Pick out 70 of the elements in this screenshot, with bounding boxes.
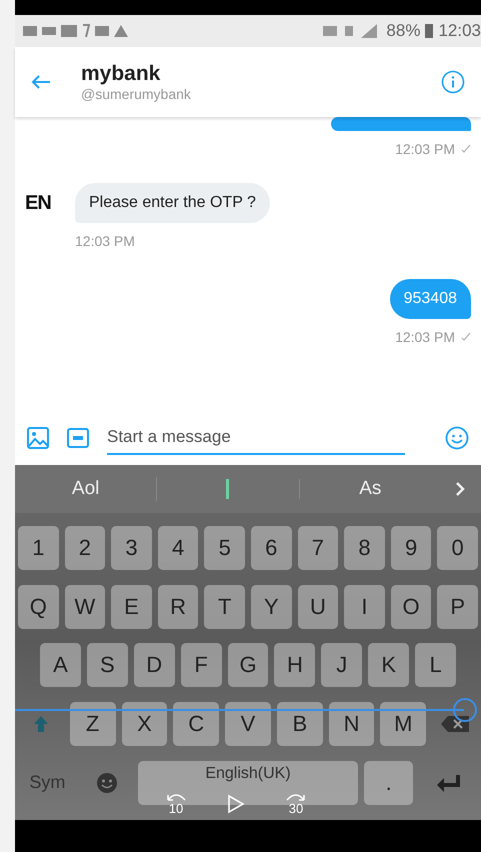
keyboard-key[interactable]: G	[228, 643, 268, 688]
info-icon[interactable]	[441, 70, 465, 94]
keyboard-key[interactable]: 2	[64, 526, 106, 570]
image-icon	[61, 25, 77, 37]
keyboard-key[interactable]: S	[86, 643, 128, 688]
keyboard-key[interactable]: Z	[70, 702, 116, 746]
keyboard-key[interactable]: H	[274, 643, 316, 688]
text-cursor	[226, 479, 230, 499]
battery-icon	[425, 24, 434, 38]
keyboard-key[interactable]: 9	[390, 526, 432, 570]
warning-icon	[114, 25, 128, 37]
forward-icon	[285, 792, 307, 801]
keyboard-key[interactable]: J	[321, 643, 362, 688]
keyboard-key[interactable]: D	[134, 643, 175, 688]
chat-handle: @sumerumybank	[81, 86, 192, 102]
clock: 12:03	[438, 21, 481, 41]
keyboard-key[interactable]: X	[122, 702, 168, 746]
keyboard-key[interactable]: V	[225, 702, 271, 746]
keyboard-key[interactable]: M	[380, 702, 426, 746]
avatar: EN	[25, 192, 52, 214]
keyboard-key[interactable]: L	[415, 643, 456, 688]
keyboard-key[interactable]: B	[276, 702, 323, 746]
keyboard-key[interactable]: W	[64, 584, 106, 629]
smiley-icon	[96, 772, 118, 794]
rewind-icon	[165, 792, 187, 801]
keyboard-key[interactable]: N	[328, 702, 374, 746]
shift-icon	[32, 715, 49, 734]
chat-title: mybank	[81, 62, 162, 86]
keyboard-key[interactable]: 7	[298, 526, 338, 570]
keyboard-key[interactable]: C	[173, 702, 220, 746]
mail-icon	[23, 26, 37, 36]
video-icon	[42, 27, 56, 35]
scrubber-handle[interactable]	[453, 698, 478, 722]
sent-message: 953408	[390, 279, 471, 319]
keyboard-key[interactable]: 1	[18, 526, 59, 570]
message-time: 12:03 PM	[395, 141, 455, 157]
keyboard-key[interactable]: E	[111, 584, 152, 629]
keyboard-key[interactable]: K	[368, 643, 410, 688]
battery-percentage: 88%	[386, 21, 420, 41]
keyboard-key[interactable]: 3	[111, 526, 152, 570]
keyboard-key[interactable]: O	[390, 584, 432, 629]
back-icon[interactable]	[31, 74, 51, 90]
keyboard-key[interactable]: Y	[251, 584, 292, 629]
image-icon[interactable]	[27, 426, 49, 448]
keyboard-key[interactable]: A	[40, 643, 81, 688]
emoji-icon[interactable]	[445, 426, 469, 450]
space-key[interactable]: English(UK)	[138, 760, 358, 805]
keyboard-key[interactable]: T	[204, 584, 245, 629]
keyboard-key[interactable]: 4	[158, 526, 198, 570]
message-time: 12:03 PM	[75, 233, 135, 249]
suggestion[interactable]: Aol	[15, 477, 158, 501]
card-icon	[95, 26, 109, 36]
backspace-icon	[440, 715, 470, 734]
keyboard-key[interactable]: 6	[251, 526, 292, 570]
keyboard-key[interactable]: Q	[18, 584, 59, 629]
suggestion[interactable]: As	[300, 477, 441, 501]
gif-icon[interactable]	[67, 428, 89, 448]
keyboard-key[interactable]: U	[298, 584, 338, 629]
received-message: Please enter the OTP ?	[75, 183, 270, 223]
enter-icon	[436, 772, 462, 793]
keyboard-key[interactable]: F	[180, 643, 222, 688]
keyboard-key[interactable]: P	[437, 584, 478, 629]
play-icon[interactable]	[227, 794, 245, 814]
message-time: 12:03 PM	[395, 329, 455, 345]
keyboard-key[interactable]: 8	[344, 526, 385, 570]
keyboard-key[interactable]: R	[158, 584, 198, 629]
keyboard-key[interactable]: .	[364, 760, 414, 805]
keyboard-key[interactable]: 5	[204, 526, 245, 570]
keyboard-key[interactable]: 0	[437, 526, 478, 570]
keyboard-key[interactable]: I	[344, 584, 385, 629]
